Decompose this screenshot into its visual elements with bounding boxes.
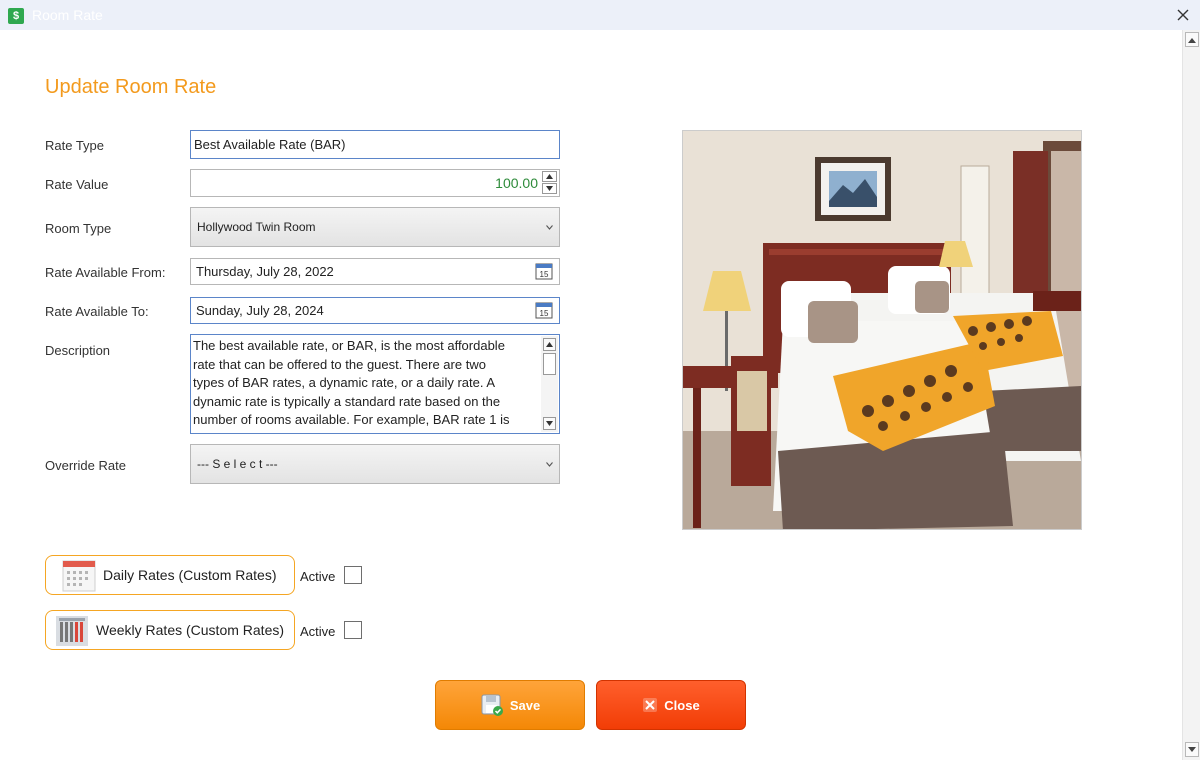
rate-type-value: Best Available Rate (BAR) <box>194 137 346 152</box>
calendar-icon <box>62 560 96 592</box>
room-type-value: Hollywood Twin Room <box>197 220 316 234</box>
description-value: The best available rate, or BAR, is the … <box>193 338 510 427</box>
close-button[interactable]: Close <box>596 680 746 730</box>
title-bar: $ Room Rate <box>0 0 1200 30</box>
arrow-down-icon <box>546 186 553 191</box>
room-photo <box>682 130 1082 530</box>
daily-active-label: Active <box>300 569 336 584</box>
window-close-button[interactable] <box>1172 4 1194 26</box>
calendar-icon[interactable]: 15 <box>535 301 553 319</box>
scroll-thumb[interactable] <box>543 353 556 375</box>
weekly-active-label: Active <box>300 624 336 639</box>
rate-type-label: Rate Type <box>45 138 105 153</box>
save-disk-icon <box>481 694 503 716</box>
weekly-active-checkbox[interactable] <box>344 621 362 639</box>
save-button-label: Save <box>509 697 541 713</box>
rate-to-value: Sunday, July 28, 2024 <box>196 303 324 318</box>
close-icon <box>643 698 658 712</box>
scroll-up-button[interactable] <box>1185 32 1199 47</box>
rate-type-input[interactable]: Best Available Rate (BAR) <box>190 130 560 159</box>
daily-active-checkbox[interactable] <box>344 566 362 584</box>
rate-value-value: 100.00 <box>495 175 538 191</box>
weekly-rates-label: Weekly Rates (Custom Rates) <box>96 622 285 638</box>
rate-from-value: Thursday, July 28, 2022 <box>196 264 334 279</box>
description-scrollbar[interactable] <box>541 336 558 432</box>
scroll-up-button[interactable] <box>543 338 556 351</box>
close-icon <box>1177 9 1189 21</box>
description-textarea[interactable]: The best available rate, or BAR, is the … <box>190 334 560 434</box>
stepper-down-button[interactable] <box>542 183 557 194</box>
scroll-down-button[interactable] <box>543 417 556 430</box>
window-scrollbar[interactable] <box>1182 30 1200 760</box>
override-rate-select[interactable]: --- S e l e c t --- <box>190 444 560 484</box>
scroll-down-button[interactable] <box>1185 742 1199 757</box>
arrow-up-icon <box>546 342 553 347</box>
page-title: Update Room Rate <box>45 76 217 98</box>
rate-to-label: Rate Available To: <box>45 304 149 319</box>
svg-text:15: 15 <box>540 270 549 279</box>
arrow-down-icon <box>546 421 553 426</box>
close-button-label: Close <box>664 697 700 713</box>
chevron-down-icon <box>546 445 553 483</box>
arrow-down-icon <box>1188 746 1196 752</box>
rate-to-date-picker[interactable]: Sunday, July 28, 2024 15 <box>190 297 560 324</box>
room-type-select[interactable]: Hollywood Twin Room <box>190 207 560 247</box>
daily-rates-label: Daily Rates (Custom Rates) <box>103 567 277 583</box>
stepper-up-button[interactable] <box>542 171 557 182</box>
dollar-app-icon: $ <box>8 8 24 24</box>
arrow-up-icon <box>1188 37 1196 43</box>
daily-rates-button[interactable]: Daily Rates (Custom Rates) <box>45 555 295 595</box>
svg-text:15: 15 <box>540 309 549 318</box>
arrow-up-icon <box>546 174 553 179</box>
override-rate-label: Override Rate <box>45 458 126 473</box>
override-rate-value: --- S e l e c t --- <box>197 457 278 471</box>
window-title: Room Rate <box>32 7 103 23</box>
rate-value-stepper[interactable]: 100.00 <box>190 169 560 197</box>
weekly-calendar-icon <box>56 616 88 646</box>
room-type-label: Room Type <box>45 221 112 236</box>
calendar-icon[interactable]: 15 <box>535 262 553 280</box>
chevron-down-icon <box>546 208 553 246</box>
save-button[interactable]: Save <box>435 680 585 730</box>
weekly-rates-button[interactable]: Weekly Rates (Custom Rates) <box>45 610 295 650</box>
description-label: Description <box>45 343 111 358</box>
rate-value-label: Rate Value <box>45 177 109 192</box>
rate-from-label: Rate Available From: <box>45 265 166 280</box>
rate-from-date-picker[interactable]: Thursday, July 28, 2022 15 <box>190 258 560 285</box>
